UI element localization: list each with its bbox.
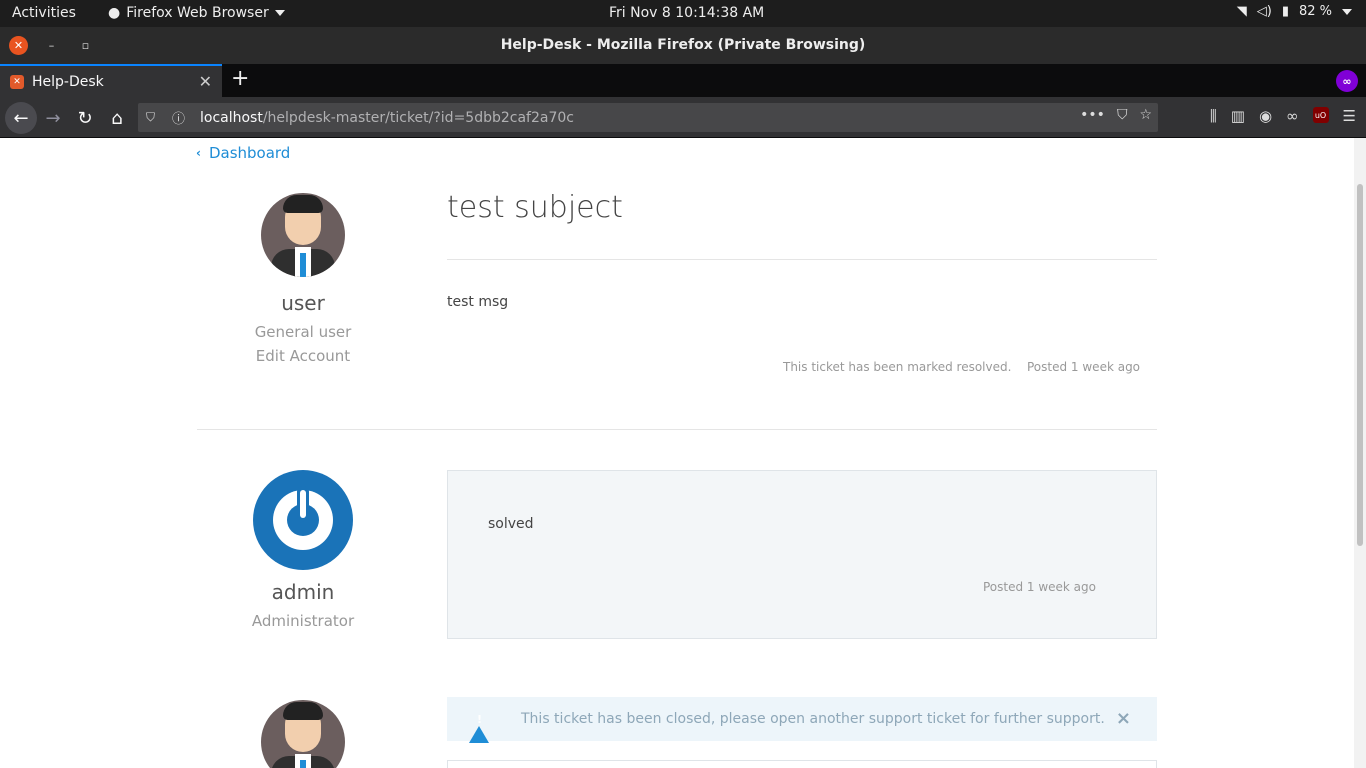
url-actions: ••• ⛉ ☆ [1080, 107, 1152, 123]
pocket-icon[interactable]: ⛉ [1117, 107, 1128, 123]
hamburger-menu-icon[interactable]: ☰ [1343, 107, 1356, 125]
window-title: Help-Desk - Mozilla Firefox (Private Bro… [500, 37, 866, 53]
alert-text: This ticket has been closed, please open… [521, 711, 1105, 727]
page-content: ‹ Dashboard user General user Edit Accou… [0, 138, 1354, 768]
close-alert-icon[interactable]: × [1116, 708, 1131, 729]
dashboard-link[interactable]: ‹ Dashboard [196, 144, 290, 162]
sidebar-icon[interactable]: ▥ [1231, 107, 1245, 125]
ticket-author: user General user Edit Account [198, 193, 408, 365]
reply-posted-time: Posted 1 week ago [982, 580, 1096, 594]
tab-label: Help-Desk [32, 73, 104, 90]
app-menu-label: Firefox Web Browser [126, 5, 269, 21]
battery-level: 82 % [1298, 4, 1332, 19]
warning-icon: ! [469, 710, 489, 743]
volume-icon: ◁) [1256, 4, 1272, 19]
wifi-icon: ◥ [1236, 4, 1247, 19]
divider [197, 429, 1157, 430]
chevron-left-icon: ‹ [196, 146, 201, 160]
user-avatar [261, 700, 345, 768]
user-avatar-partial [198, 700, 408, 768]
page-scrollbar[interactable] [1354, 138, 1366, 768]
tab-help-desk[interactable]: ✕ Help-Desk ✕ [0, 64, 222, 97]
ticket-subject: test subject [447, 190, 623, 225]
reply-card: solved Posted 1 week ago [447, 470, 1157, 639]
edit-account-link[interactable]: Edit Account [198, 347, 408, 365]
ticket-status-note: This ticket has been marked resolved. [783, 360, 1012, 374]
ticket-closed-alert: ! This ticket has been closed, please op… [447, 697, 1157, 743]
url-text[interactable]: localhost/helpdesk-master/ticket/?id=5db… [200, 110, 574, 126]
status-menu[interactable]: ◥ ◁) ▮ 82 % [1237, 4, 1352, 19]
system-top-bar: Activities ● Firefox Web Browser Fri Nov… [0, 0, 1366, 27]
ticket-posted-time: Posted 1 week ago [1027, 360, 1141, 374]
tab-strip: ✕ Help-Desk ✕ + ∞ [0, 64, 1366, 97]
window-titlebar: ✕ – ▫ Help-Desk - Mozilla Firefox (Priva… [0, 27, 1366, 64]
back-button[interactable]: ← [5, 102, 37, 134]
admin-avatar [253, 470, 353, 570]
reply-author-role: Administrator [251, 612, 355, 630]
reload-button[interactable]: ↻ [72, 105, 98, 131]
app-menu[interactable]: ● Firefox Web Browser [108, 5, 285, 21]
reply-message: solved [488, 516, 534, 532]
firefox-icon: ● [108, 5, 121, 21]
dashboard-link-label: Dashboard [208, 144, 291, 162]
reply-form-box [447, 760, 1157, 768]
reply-author: admin Administrator [198, 470, 408, 630]
scrollbar-thumb[interactable] [1357, 184, 1363, 546]
library-icon[interactable]: ⫼ [1210, 107, 1217, 125]
chevron-down-icon [274, 10, 285, 16]
author-role: General user [254, 323, 352, 341]
home-button[interactable]: ⌂ [104, 105, 130, 131]
navigation-toolbar: ← → ↻ ⌂ ⛉ ⓘ localhost/helpdesk-master/ti… [0, 97, 1366, 138]
page-actions-icon[interactable]: ••• [1080, 107, 1105, 123]
account-icon[interactable]: ◉ [1259, 107, 1272, 125]
reply-author-name: admin [271, 580, 335, 604]
xampp-favicon-icon: ✕ [10, 74, 24, 89]
bookmark-star-icon[interactable]: ☆ [1139, 107, 1152, 123]
user-avatar [261, 193, 345, 277]
forward-button[interactable]: → [40, 105, 66, 131]
url-bar[interactable]: ⛉ ⓘ localhost/helpdesk-master/ticket/?id… [138, 103, 1158, 132]
activities-button[interactable]: Activities [12, 5, 76, 21]
clock[interactable]: Fri Nov 8 10:14:38 AM [609, 5, 764, 21]
private-browsing-icon: ∞ [1336, 70, 1358, 92]
close-tab-icon[interactable]: ✕ [199, 72, 212, 91]
toolbar-right: ⫼ ▥ ◉ ∞ uO ☰ [1210, 107, 1356, 125]
site-info-icon[interactable]: ⓘ [172, 108, 188, 127]
new-tab-button[interactable]: + [231, 68, 249, 90]
chevron-down-icon [1342, 8, 1352, 15]
tracking-protection-icon[interactable]: ⛉ [146, 110, 162, 125]
author-name: user [281, 291, 325, 315]
divider [447, 259, 1157, 260]
battery-icon: ▮ [1281, 4, 1289, 19]
private-mask-icon[interactable]: ∞ [1286, 107, 1299, 125]
ublock-origin-icon[interactable]: uO [1312, 107, 1329, 123]
ticket-message: test msg [447, 294, 509, 310]
